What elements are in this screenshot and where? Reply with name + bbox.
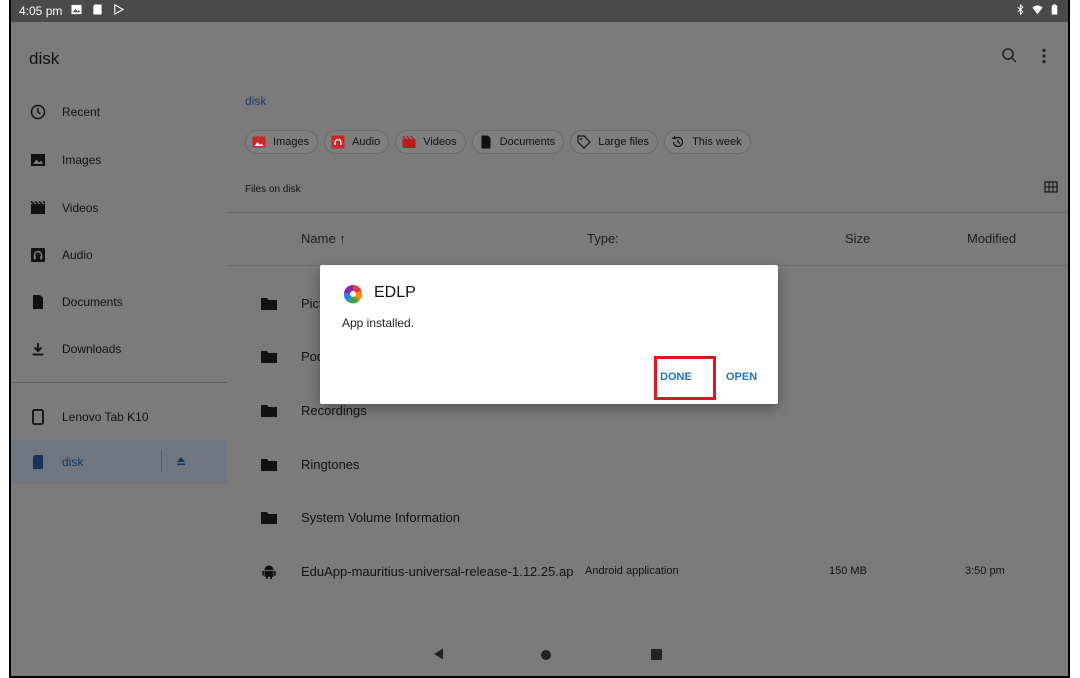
audio-icon xyxy=(331,135,345,149)
chip-label: Large files xyxy=(598,136,650,148)
chip-label: This week xyxy=(692,136,742,148)
sd-card-icon xyxy=(93,4,102,15)
folder-icon xyxy=(261,405,277,417)
android-icon xyxy=(262,565,276,579)
sidebar-item-label: Images xyxy=(62,153,102,167)
back-icon[interactable] xyxy=(433,648,445,660)
screen: 4:05 pm disk Recent Images Videos Audio … xyxy=(9,0,1070,678)
status-time: 4:05 pm xyxy=(19,4,63,18)
column-modified[interactable]: Modified xyxy=(967,231,1016,246)
open-button[interactable]: OPEN xyxy=(726,371,757,383)
eject-button[interactable] xyxy=(161,450,186,472)
sidebar-item-label: Lenovo Tab K10 xyxy=(62,410,149,424)
chip-label: Documents xyxy=(499,136,556,148)
image-icon xyxy=(71,4,82,15)
done-button-highlight xyxy=(654,356,716,400)
video-icon xyxy=(402,135,416,148)
image-icon xyxy=(31,154,45,166)
row-type: Android application xyxy=(585,565,679,577)
document-icon xyxy=(33,295,43,309)
bluetooth-icon xyxy=(1017,4,1024,15)
sidebar-item-audio[interactable]: Audio xyxy=(11,233,217,277)
chip-label: Images xyxy=(273,136,310,148)
row-size: 150 MB xyxy=(829,565,867,577)
chip-this-week[interactable]: This week xyxy=(664,130,751,154)
recents-icon[interactable] xyxy=(651,649,662,660)
chip-label: Audio xyxy=(352,136,381,148)
sidebar-item-videos[interactable]: Videos xyxy=(11,186,217,230)
more-vert-icon[interactable] xyxy=(1034,46,1054,66)
table-row[interactable]: Ringtones xyxy=(227,440,1068,492)
dialog-title: EDLP xyxy=(374,284,416,301)
clock-icon xyxy=(30,104,46,120)
row-name: EduApp-mauritius-universal-release-1.12.… xyxy=(301,564,574,579)
filter-chips: Images Audio Videos Documents Large file… xyxy=(245,130,751,154)
sidebar-item-label: Videos xyxy=(62,201,99,215)
play-store-icon xyxy=(114,4,124,15)
column-size[interactable]: Size xyxy=(845,231,870,246)
sidebar-item-disk[interactable]: disk xyxy=(11,440,227,484)
folder-icon xyxy=(261,351,277,363)
table-header: Name ↑ Type: Size Modified xyxy=(227,212,1068,266)
table-row[interactable]: System Volume Information xyxy=(227,493,1068,545)
sidebar-item-recent[interactable]: Recent xyxy=(11,90,217,134)
app-bar-title: disk xyxy=(29,49,60,68)
sidebar-item-label: Downloads xyxy=(62,342,122,356)
table-row[interactable]: EduApp-mauritius-universal-release-1.12.… xyxy=(227,547,1068,599)
row-name: System Volume Information xyxy=(301,510,460,525)
navigation-bar xyxy=(11,630,1068,676)
sd-card-icon xyxy=(33,455,43,469)
download-icon xyxy=(32,343,44,356)
video-icon xyxy=(30,200,46,214)
breadcrumb[interactable]: disk xyxy=(245,94,266,108)
tag-icon xyxy=(577,135,592,149)
chip-images[interactable]: Images xyxy=(245,130,319,154)
sidebar: Recent Images Videos Audio Documents Dow… xyxy=(11,84,227,676)
folder-icon xyxy=(261,459,277,471)
sidebar-item-label: Recent xyxy=(62,105,101,119)
status-bar: 4:05 pm xyxy=(11,0,1068,22)
sidebar-item-label: Documents xyxy=(62,295,123,309)
folder-icon xyxy=(261,512,277,524)
chip-audio[interactable]: Audio xyxy=(324,130,390,154)
document-icon xyxy=(481,135,491,149)
history-icon xyxy=(671,135,684,148)
sidebar-item-label: Audio xyxy=(62,248,93,262)
tablet-icon xyxy=(32,409,44,425)
dialog-message: App installed. xyxy=(342,316,415,330)
chip-documents[interactable]: Documents xyxy=(471,130,565,154)
image-icon xyxy=(252,136,266,148)
sidebar-item-downloads[interactable]: Downloads xyxy=(11,327,217,371)
sidebar-item-images[interactable]: Images xyxy=(11,138,217,182)
chip-label: Videos xyxy=(423,136,457,148)
audio-icon xyxy=(31,248,45,262)
battery-icon xyxy=(1051,4,1058,15)
wifi-icon xyxy=(1032,5,1043,15)
folder-icon xyxy=(261,298,277,310)
sidebar-item-documents[interactable]: Documents xyxy=(11,280,217,324)
chip-videos[interactable]: Videos xyxy=(395,130,466,154)
sidebar-divider xyxy=(11,382,227,383)
section-label: Files on disk xyxy=(245,184,301,195)
grid-view-icon[interactable] xyxy=(1044,180,1058,194)
search-icon[interactable] xyxy=(1000,46,1020,66)
chip-large-files[interactable]: Large files xyxy=(570,130,659,154)
home-icon[interactable] xyxy=(541,650,551,660)
row-name: Ringtones xyxy=(301,457,360,472)
column-type[interactable]: Type: xyxy=(587,231,619,246)
sidebar-item-lenovo-tab-k10[interactable]: Lenovo Tab K10 xyxy=(11,395,217,439)
column-name[interactable]: Name ↑ xyxy=(301,231,346,246)
sidebar-item-label: disk xyxy=(62,455,84,469)
app-bar: disk xyxy=(11,22,1068,84)
row-name: Recordings xyxy=(301,403,367,418)
row-modified: 3:50 pm xyxy=(965,565,1005,577)
edlp-app-icon xyxy=(343,284,363,304)
eject-icon xyxy=(177,457,185,466)
